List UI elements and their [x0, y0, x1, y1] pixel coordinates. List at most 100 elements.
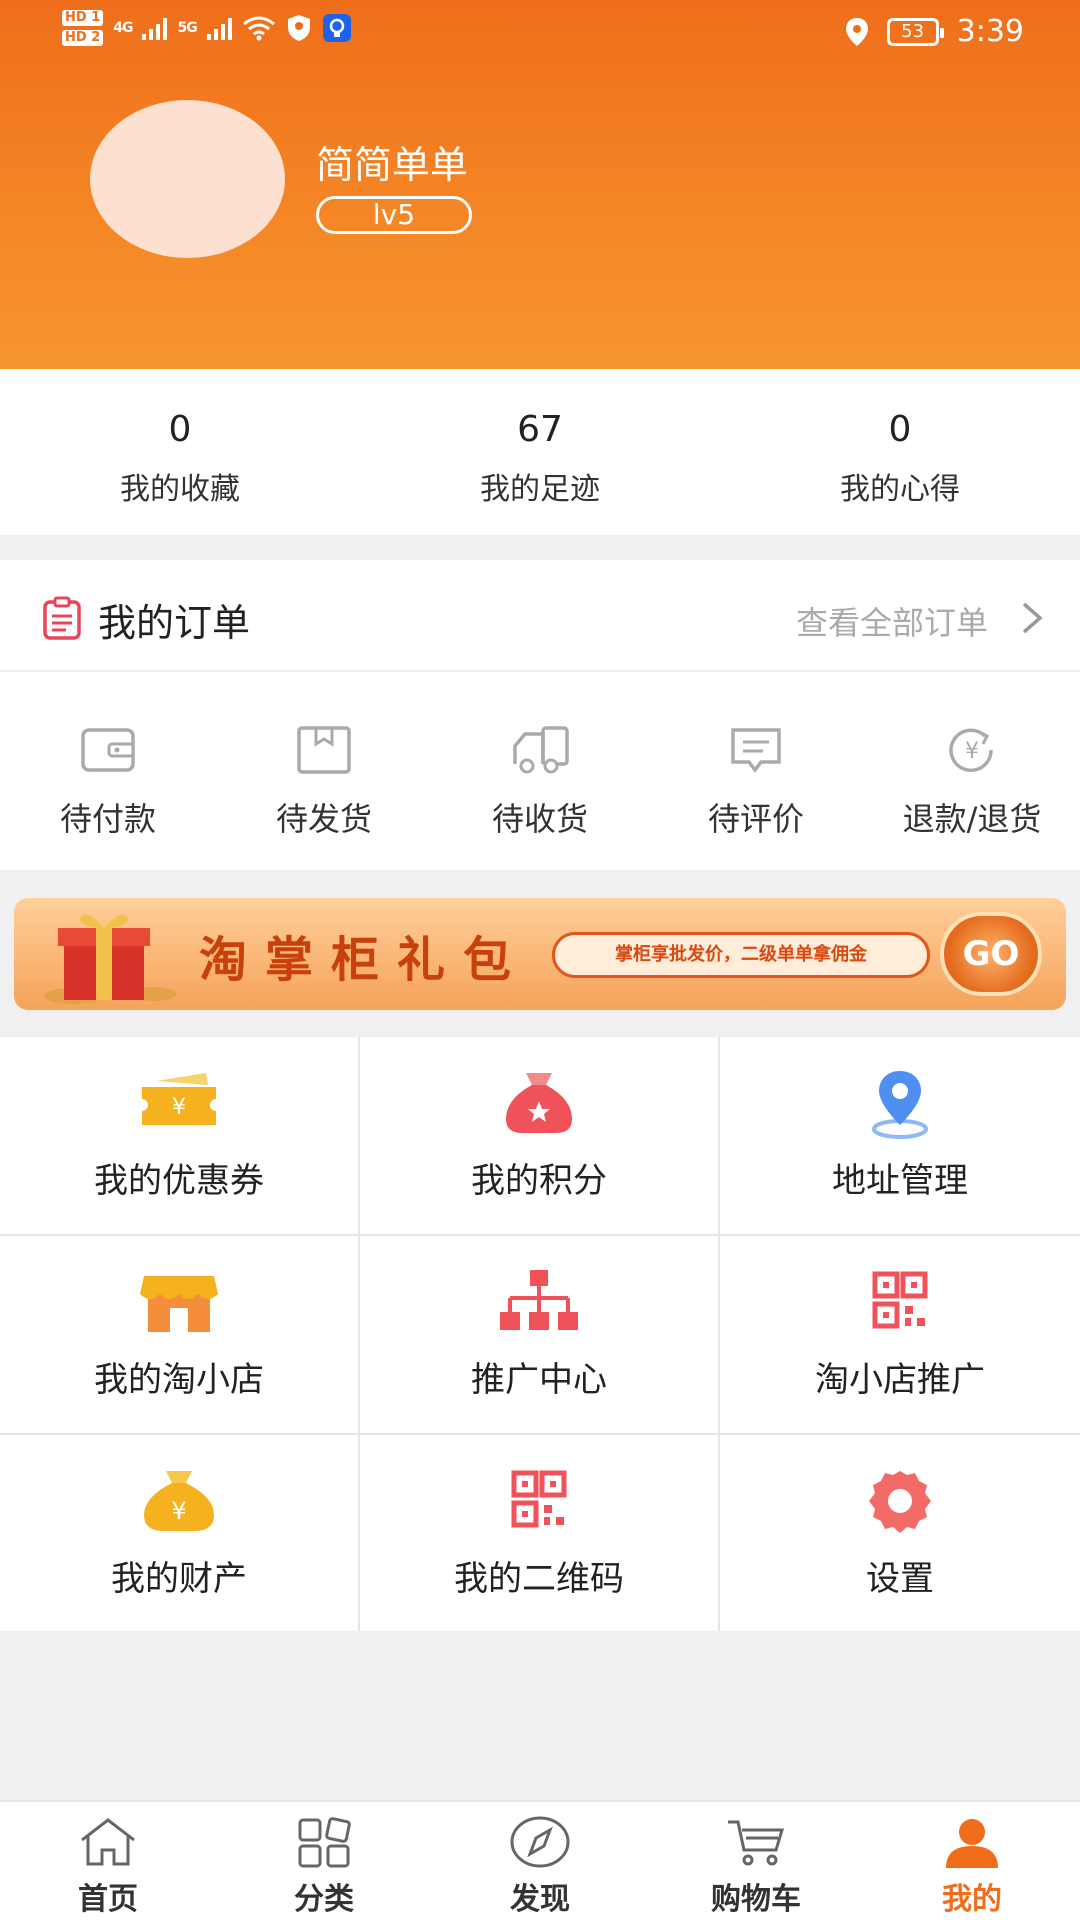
order-label: 待收货: [491, 800, 588, 838]
refund-icon: ¥: [949, 728, 993, 772]
order-pending-payment[interactable]: 待付款: [0, 672, 216, 868]
menu-my-shop[interactable]: 我的淘小店: [0, 1236, 358, 1433]
gift-box-icon: [44, 914, 176, 1004]
tab-cart[interactable]: 购物车: [648, 1802, 864, 1920]
avatar[interactable]: [90, 100, 285, 258]
svg-text:¥: ¥: [965, 739, 979, 764]
bottom-tab-bar: 首页 分类 发现 购物车 我的: [0, 1800, 1080, 1920]
location-icon: [845, 17, 868, 46]
points-bag-icon: [506, 1073, 572, 1133]
tab-label: 购物车: [711, 1882, 801, 1917]
cart-icon: [728, 1820, 785, 1866]
menu-coupons[interactable]: ¥ 我的优惠券: [0, 1037, 358, 1234]
hierarchy-icon: [500, 1270, 578, 1330]
orders-title: 我的订单: [98, 601, 251, 645]
svg-text:¥: ¥: [171, 1497, 186, 1525]
order-label: 待发货: [275, 800, 372, 838]
menu-promotion-center[interactable]: 推广中心: [360, 1236, 718, 1433]
svg-text:¥: ¥: [172, 1095, 186, 1120]
gift-pack-banner[interactable]: 淘掌柜礼包 掌柜享批发价，二级单单拿佣金 GO: [14, 898, 1066, 1010]
tab-label: 发现: [510, 1882, 570, 1917]
menu-label: 淘小店推广: [815, 1360, 985, 1400]
tab-discover[interactable]: 发现: [432, 1802, 648, 1920]
order-label: 退款/退货: [902, 800, 1042, 838]
shop-icon: [140, 1276, 218, 1332]
tab-label: 我的: [942, 1882, 1002, 1917]
banner-subtitle: 掌柜享批发价，二级单单拿佣金: [552, 932, 930, 978]
stat-label: 我的心得: [840, 472, 960, 507]
order-refund[interactable]: ¥ 退款/退货: [864, 672, 1080, 868]
orders-header[interactable]: 我的订单 查看全部订单: [0, 560, 1080, 672]
shield-user-icon: [287, 15, 310, 41]
tab-category[interactable]: 分类: [216, 1802, 432, 1920]
app-notification-icon: [322, 14, 351, 42]
signal-icon: [206, 16, 232, 40]
tab-label: 首页: [78, 1882, 138, 1917]
money-bag-icon: ¥: [144, 1471, 214, 1531]
order-list-icon: [43, 596, 81, 640]
signal-icon: [142, 16, 168, 40]
menu-shop-promotion[interactable]: 淘小店推广: [720, 1236, 1080, 1433]
stat-footprints[interactable]: 67 我的足迹: [360, 369, 720, 535]
package-icon: [297, 726, 351, 774]
stat-value: 67: [517, 409, 563, 450]
profile-header: HD 1 HD 2 4G 5G 53 3:39 简简单单 lv5: [0, 0, 1080, 369]
menu-my-qrcode[interactable]: 我的二维码: [360, 1435, 718, 1631]
sim2-badge: HD 2: [62, 30, 104, 46]
stat-value: 0: [168, 409, 192, 450]
location-pin-icon: [872, 1071, 928, 1139]
order-label: 待评价: [707, 800, 804, 838]
tab-home[interactable]: 首页: [0, 1802, 216, 1920]
menu-assets[interactable]: ¥ 我的财产: [0, 1435, 358, 1631]
tab-label: 分类: [294, 1882, 354, 1917]
menu-settings[interactable]: 设置: [720, 1435, 1080, 1631]
stat-value: 0: [888, 409, 912, 450]
chevron-right-icon[interactable]: [1012, 598, 1052, 638]
stat-favorites[interactable]: 0 我的收藏: [0, 369, 360, 535]
stats-bar: 0 我的收藏 67 我的足迹 0 我的心得: [0, 369, 1080, 535]
menu-label: 设置: [866, 1559, 934, 1599]
network-4g-label: 4G: [113, 20, 133, 36]
order-label: 待付款: [59, 800, 156, 838]
tab-profile[interactable]: 我的: [864, 1802, 1080, 1920]
coupon-icon: ¥: [142, 1073, 216, 1125]
category-icon: [298, 1817, 351, 1868]
banner-title: 淘掌柜礼包: [199, 932, 530, 988]
order-pending-review[interactable]: 待评价: [648, 672, 864, 868]
menu-label: 我的财产: [111, 1559, 247, 1599]
home-icon: [81, 1818, 135, 1866]
username[interactable]: 简简单单: [316, 134, 468, 189]
order-pending-receipt[interactable]: 待收货: [432, 672, 648, 868]
gear-icon: [869, 1471, 931, 1533]
sim-indicators: HD 1 HD 2: [62, 10, 104, 46]
menu-label: 我的二维码: [454, 1559, 624, 1599]
view-all-orders-link[interactable]: 查看全部订单: [796, 598, 988, 644]
wallet-icon: [81, 728, 135, 772]
banner-go-button[interactable]: GO: [940, 912, 1042, 996]
compass-icon: [510, 1816, 570, 1868]
clock: 3:39: [956, 14, 1024, 49]
user-icon: [946, 1819, 998, 1868]
menu-label: 地址管理: [832, 1161, 968, 1201]
stat-label: 我的足迹: [480, 472, 600, 507]
menu-grid: ¥ 我的优惠券 我的积分 地址管理 我的淘小店 推广中心 淘小店推广 ¥ 我的财…: [0, 1037, 1080, 1631]
orders-section: 我的订单 查看全部订单 待付款 待发货 待收货 待评价 ¥ 退款/退货: [0, 560, 1080, 870]
qrcode-icon: [511, 1470, 567, 1528]
menu-label: 我的淘小店: [94, 1360, 264, 1400]
truck-icon: [513, 726, 569, 774]
menu-points[interactable]: 我的积分: [360, 1037, 718, 1234]
menu-label: 我的积分: [471, 1161, 607, 1201]
sim1-badge: HD 1: [62, 10, 104, 26]
qrcode-icon: [872, 1271, 928, 1329]
battery-indicator: 53: [886, 17, 944, 46]
stat-label: 我的收藏: [120, 472, 240, 507]
menu-address[interactable]: 地址管理: [720, 1037, 1080, 1234]
comment-icon: [731, 728, 781, 773]
status-bar: HD 1 HD 2 4G 5G 53 3:39: [0, 0, 1080, 70]
network-5g-label: 5G: [177, 20, 197, 36]
order-pending-shipment[interactable]: 待发货: [216, 672, 432, 868]
wifi-icon: [242, 16, 275, 41]
menu-label: 推广中心: [471, 1360, 607, 1400]
stat-notes[interactable]: 0 我的心得: [720, 369, 1080, 535]
menu-label: 我的优惠券: [94, 1161, 264, 1201]
